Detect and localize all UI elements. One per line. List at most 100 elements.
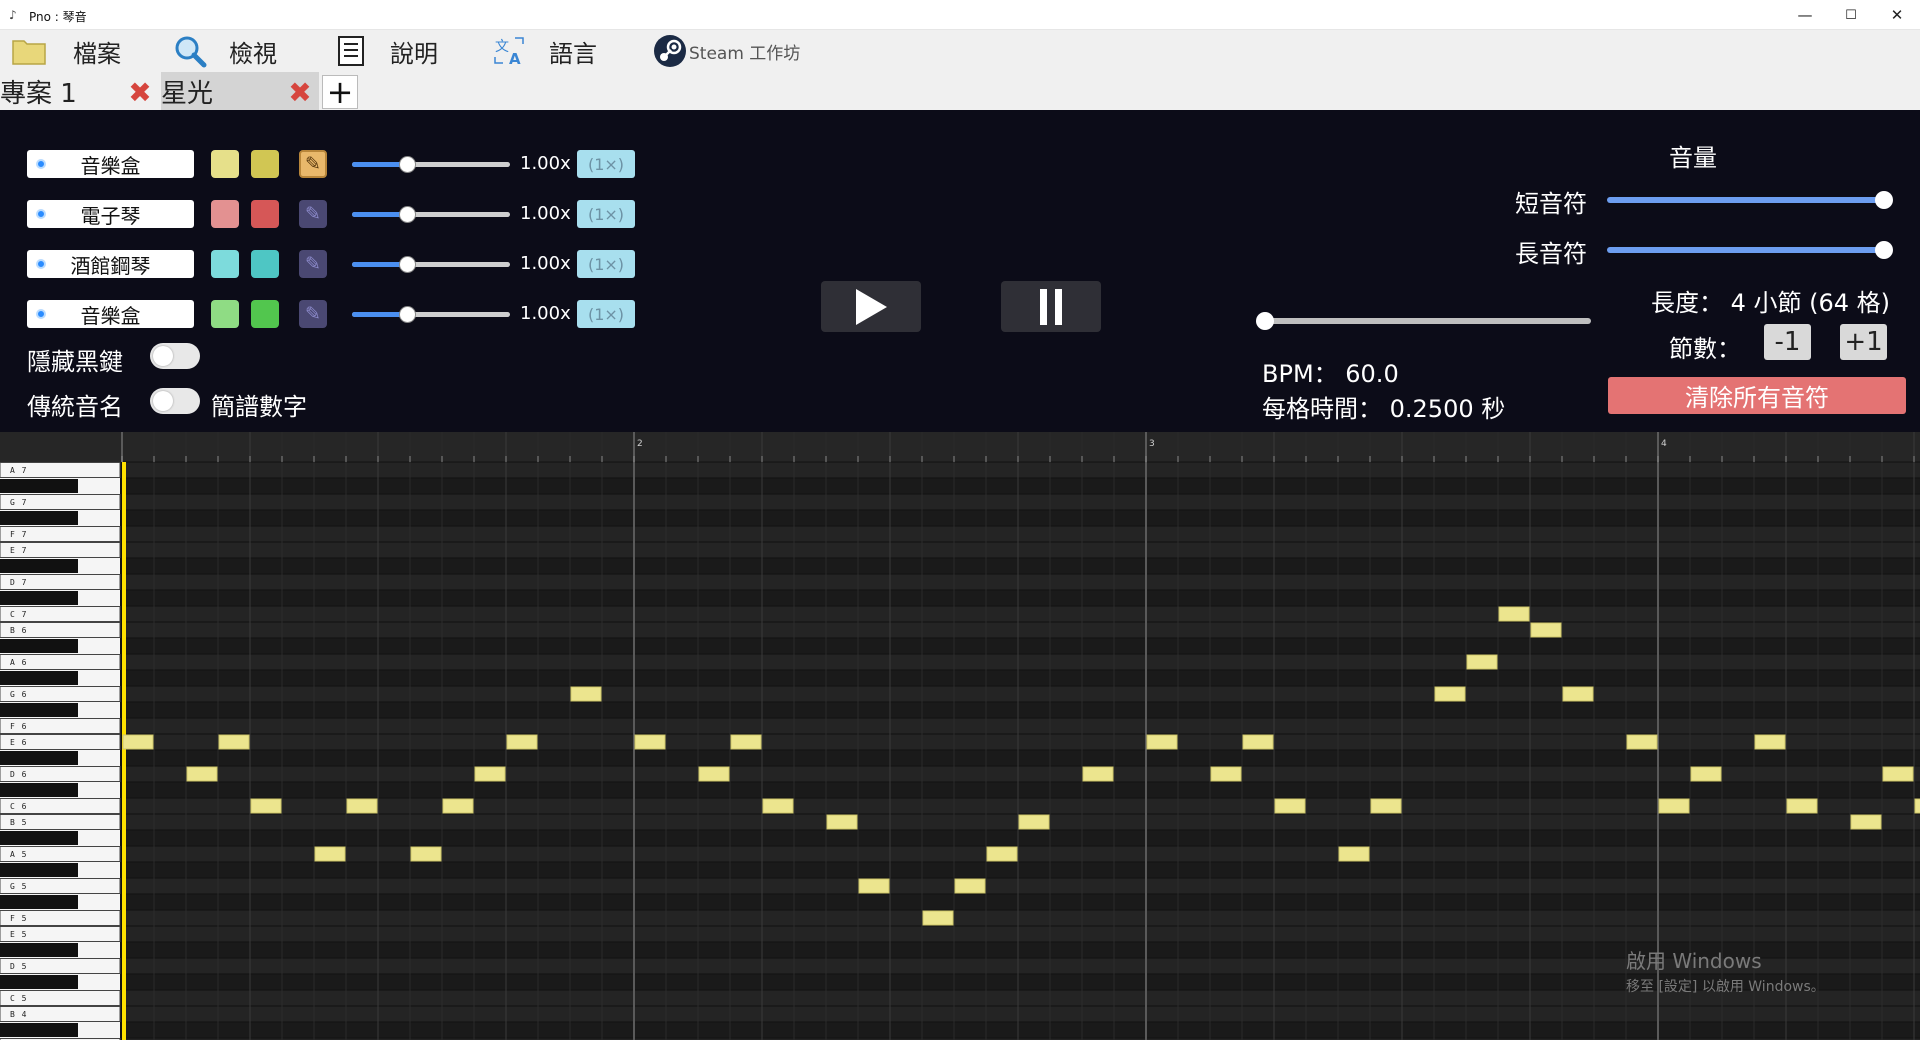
menu-file[interactable]: 檔案: [12, 30, 121, 72]
note-block: [1850, 814, 1882, 830]
pencil-icon[interactable]: ✎: [299, 300, 327, 328]
key-label: E 5: [10, 930, 27, 939]
pencil-icon[interactable]: ✎: [299, 200, 327, 228]
remove-measure-button[interactable]: -1: [1764, 324, 1811, 360]
track-color-dark[interactable]: [251, 200, 279, 228]
measures-label: 節數：: [1669, 335, 1741, 363]
instrument-button[interactable]: 電子琴: [27, 200, 194, 228]
note-block: [1626, 734, 1658, 750]
pause-icon: [1040, 288, 1062, 325]
black-key: [0, 703, 78, 717]
track-indicator-icon: [36, 309, 46, 319]
black-key: [0, 591, 78, 605]
document-icon: [334, 34, 368, 68]
speed-slider[interactable]: [352, 256, 510, 273]
play-button[interactable]: [821, 281, 921, 332]
roll-row: [122, 590, 1920, 606]
key-label: C 5: [10, 994, 27, 1003]
roll-row: [122, 526, 1920, 542]
note-block: [762, 798, 794, 814]
menu-steam-label: Steam 工作坊: [689, 43, 801, 64]
track-indicator-icon: [36, 159, 46, 169]
speed-slider[interactable]: [352, 306, 510, 323]
note-block: [474, 766, 506, 782]
multiplier-button[interactable]: (1×): [577, 250, 635, 278]
svg-text:文: 文: [495, 39, 509, 55]
track-color-light[interactable]: [211, 300, 239, 328]
clear-all-notes-button[interactable]: 清除所有音符: [1608, 377, 1906, 414]
note-block: [442, 798, 474, 814]
roll-row: [122, 846, 1920, 862]
note-block: [1370, 798, 1402, 814]
instrument-button[interactable]: 酒館鋼琴: [27, 250, 194, 278]
note-block: [1786, 798, 1818, 814]
track-color-dark[interactable]: [251, 250, 279, 278]
multiplier-button[interactable]: (1×): [577, 150, 635, 178]
instrument-button[interactable]: 音樂盒: [27, 300, 194, 328]
black-key: [0, 895, 78, 909]
watermark-line-1: 啟用 Windows: [1626, 949, 1762, 973]
note-block: [218, 734, 250, 750]
key-label: G 7: [10, 498, 27, 507]
svg-text:A: A: [509, 50, 521, 67]
measure-number: 3: [1149, 439, 1155, 449]
roll-row: [122, 606, 1920, 622]
menu-steam-workshop[interactable]: Steam 工作坊: [653, 30, 800, 72]
cell-time-readout: 每格時間： 0.2500 秒: [1262, 395, 1506, 423]
note-block: [1146, 734, 1178, 750]
speed-slider[interactable]: [352, 206, 510, 223]
pencil-icon[interactable]: ✎: [299, 150, 327, 178]
roll-row: [122, 574, 1920, 590]
folder-icon: [12, 34, 46, 68]
track-color-dark[interactable]: [251, 300, 279, 328]
long-note-volume-slider[interactable]: [1607, 241, 1893, 259]
black-key: [0, 559, 78, 573]
menu-view-label: 檢視: [229, 39, 277, 68]
key-label: G 6: [10, 690, 27, 699]
measure-number: 2: [637, 439, 643, 449]
close-button[interactable]: ✕: [1874, 0, 1920, 30]
minimize-button[interactable]: —: [1782, 0, 1828, 30]
note-name-toggle[interactable]: [150, 388, 200, 414]
maximize-button[interactable]: ☐: [1828, 0, 1874, 30]
add-tab-button[interactable]: +: [322, 73, 358, 111]
note-block: [1658, 798, 1690, 814]
translate-icon: 文A: [493, 34, 527, 68]
note-block: [1274, 798, 1306, 814]
close-tab-icon[interactable]: ✖: [286, 76, 314, 109]
menu-view[interactable]: 檢視: [173, 30, 277, 72]
instrument-button[interactable]: 音樂盒: [27, 150, 194, 178]
track-color-light[interactable]: [211, 150, 239, 178]
pencil-icon[interactable]: ✎: [299, 250, 327, 278]
track-color-dark[interactable]: [251, 150, 279, 178]
tab-label: 專案 1: [0, 78, 77, 109]
bpm-slider[interactable]: [1256, 312, 1591, 330]
black-key: [0, 943, 78, 957]
note-block: [122, 734, 154, 750]
track-color-light[interactable]: [211, 250, 239, 278]
key-label: E 6: [10, 738, 27, 747]
black-key: [0, 831, 78, 845]
key-label: C 7: [10, 610, 27, 619]
menu-bar: 檔案 檢視 說明 文A 語言 Steam 工作坊: [0, 30, 1920, 72]
roll-row: [122, 910, 1920, 926]
note-block: [1434, 686, 1466, 702]
add-measure-button[interactable]: +1: [1840, 324, 1887, 360]
key-label: A 6: [10, 658, 27, 667]
track-indicator-icon: [36, 209, 46, 219]
note-block: [1242, 734, 1274, 750]
speed-slider[interactable]: [352, 156, 510, 173]
short-note-volume-slider[interactable]: [1607, 191, 1893, 209]
note-block: [186, 766, 218, 782]
menu-language[interactable]: 文A 語言: [493, 30, 597, 72]
close-tab-icon[interactable]: ✖: [126, 76, 154, 109]
roll-row: [122, 542, 1920, 558]
pause-button[interactable]: [1001, 281, 1101, 332]
hide-black-keys-toggle[interactable]: [150, 343, 200, 369]
track-color-light[interactable]: [211, 200, 239, 228]
multiplier-button[interactable]: (1×): [577, 200, 635, 228]
roll-row: [122, 862, 1920, 878]
multiplier-button[interactable]: (1×): [577, 300, 635, 328]
steam-icon: [653, 34, 687, 68]
menu-help[interactable]: 說明: [334, 30, 438, 72]
